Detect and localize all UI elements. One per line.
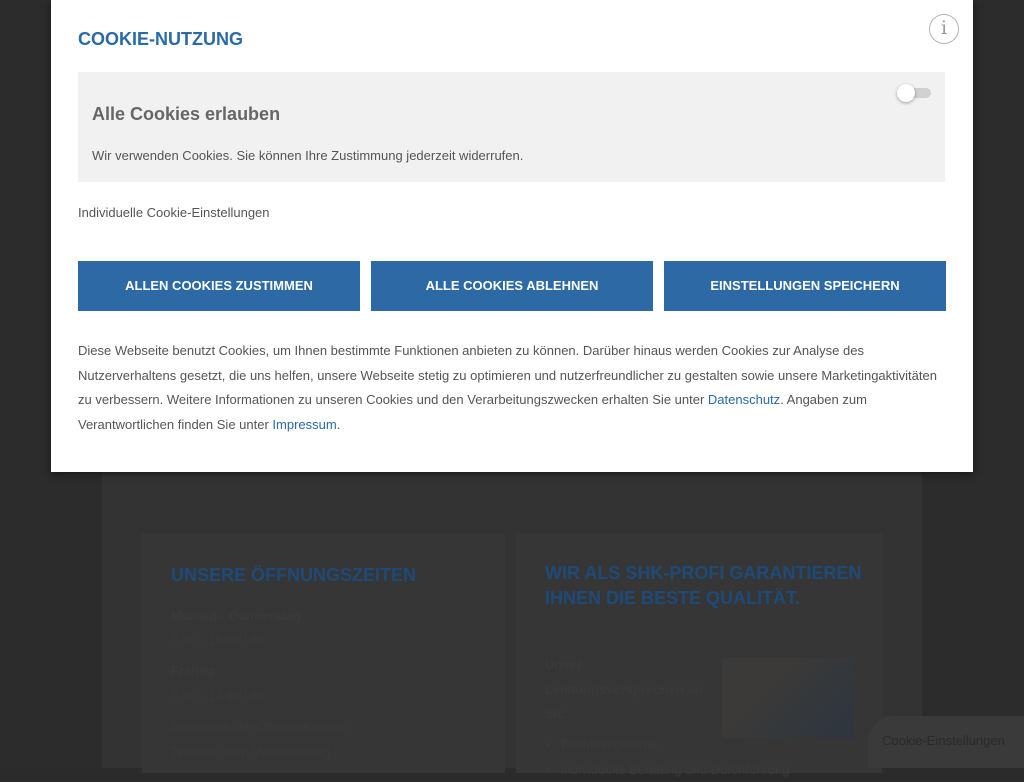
hours-row1-time: 7:00 - 16:00 Uhr	[171, 632, 265, 647]
cookie-modal: COOKIE-NUTZUNG i Alle Cookies erlauben W…	[51, 0, 973, 472]
info-icon[interactable]: i	[929, 14, 959, 44]
list-item: individuelle Beratung und Durchführung	[561, 758, 861, 782]
toggle-knob	[897, 84, 915, 102]
promise-list: Fachkompetente individuelle Beratung und…	[561, 733, 861, 782]
allow-all-box: Alle Cookies erlauben Wir verwenden Cook…	[78, 72, 945, 182]
allow-all-text: Wir verwenden Cookies. Sie können Ihre Z…	[92, 148, 523, 163]
allow-all-title: Alle Cookies erlauben	[92, 104, 280, 125]
imprint-link[interactable]: Impressum	[272, 417, 336, 432]
opening-hours-title: Unsere Öffnungszeiten	[171, 563, 416, 588]
hours-row1-label: Montag - Donnerstag	[171, 608, 301, 623]
individual-cookie-settings-link[interactable]: Individuelle Cookie-Einstellungen	[78, 205, 270, 220]
quality-panel: Wir als SHK-Profi garantieren Ihnen die …	[516, 533, 882, 773]
hours-outside-line1: Außerhalb der Öffnungszeiten:	[171, 719, 348, 734]
hours-row2-time: 7:00 - 13:30 Uhr	[171, 688, 265, 703]
opening-hours-panel: Unsere Öffnungszeiten Montag - Donnersta…	[142, 533, 505, 773]
allow-all-toggle[interactable]	[897, 85, 933, 101]
save-settings-button[interactable]: Einstellungen speichern	[664, 261, 946, 311]
hours-outside-line2: Termine nach Vereinbarung.	[171, 744, 334, 759]
cookie-settings-float-button[interactable]: Cookie-Einstellungen	[868, 716, 1024, 768]
promise-text: Unser Leistungsversprechen an Sie.	[545, 653, 705, 727]
list-item: Fachkompetente	[561, 733, 861, 758]
info-text-part3: .	[337, 417, 341, 432]
house-image	[722, 658, 854, 738]
reject-all-button[interactable]: Alle Cookies ablehnen	[371, 261, 653, 311]
modal-title: COOKIE-NUTZUNG	[78, 29, 243, 50]
hours-row2-label: Freitag	[171, 663, 214, 678]
quality-title: Wir als SHK-Profi garantieren Ihnen die …	[545, 561, 865, 610]
cookie-info-text: Diese Webseite benutzt Cookies, um Ihnen…	[78, 339, 953, 437]
privacy-link[interactable]: Datenschutz	[708, 392, 780, 407]
accept-all-button[interactable]: Allen Cookies zustimmen	[78, 261, 360, 311]
